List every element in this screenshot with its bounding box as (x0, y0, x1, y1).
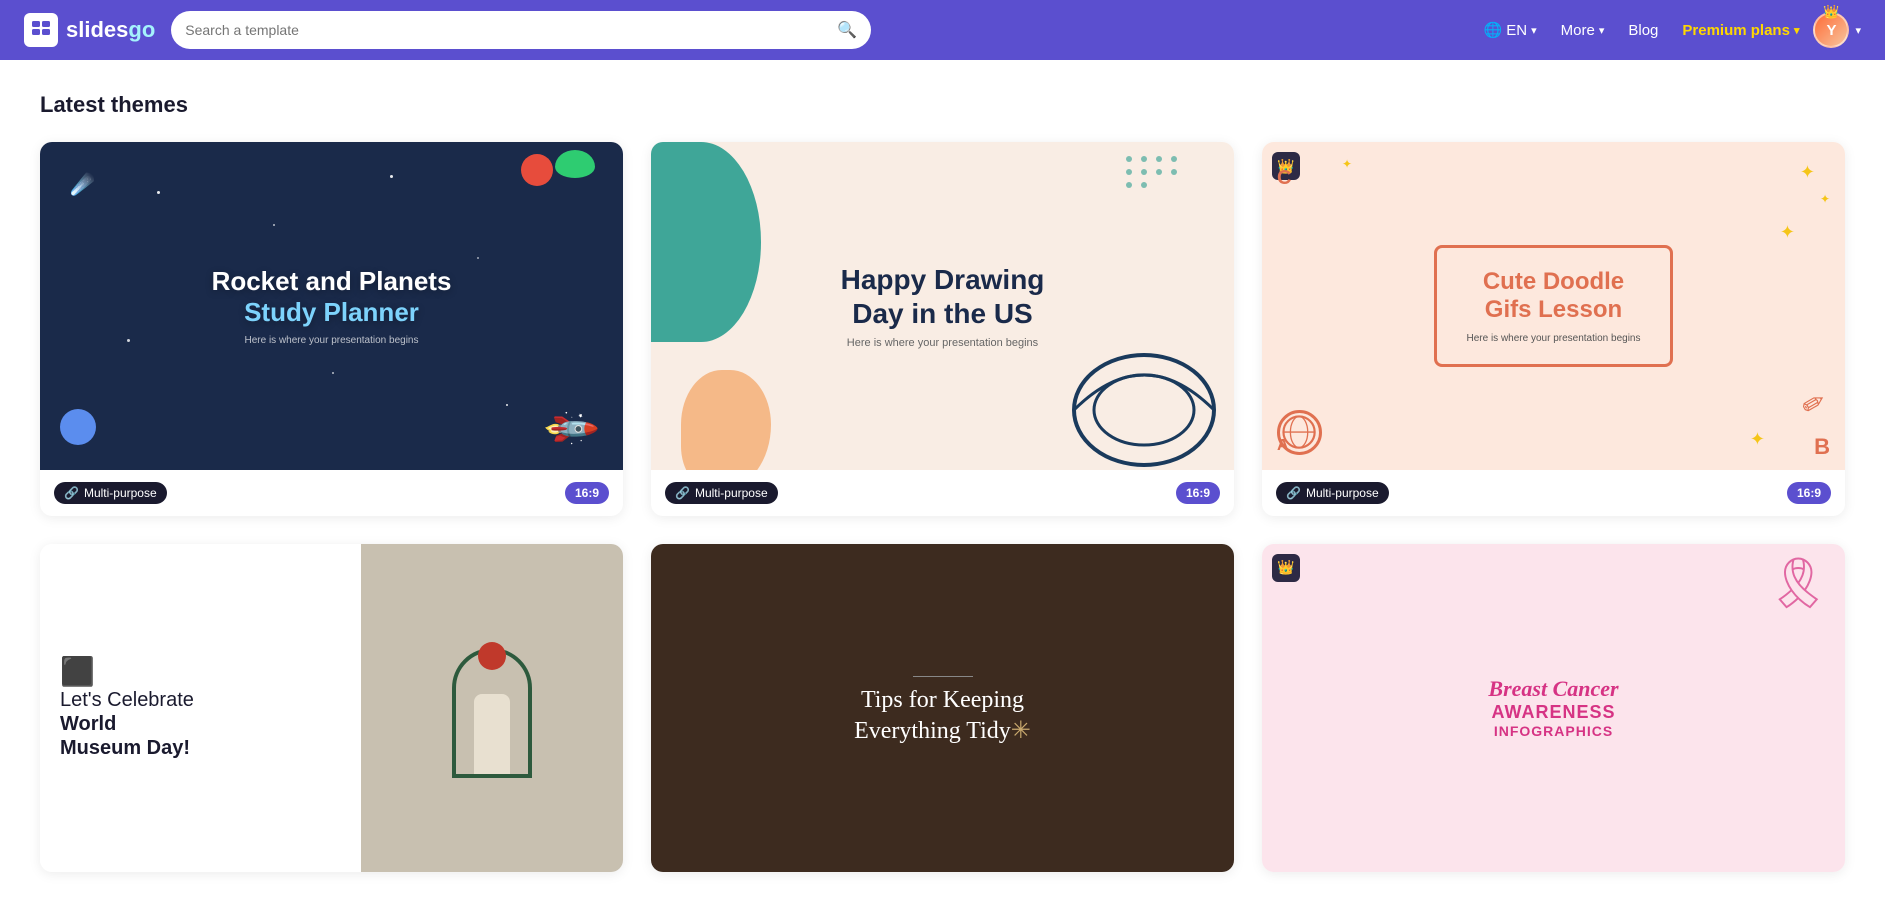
card-meta-doodle: 🔗 Multi-purpose 16:9 (1262, 470, 1845, 516)
card-meta-rocket: 🔗 Multi-purpose 16:9 (40, 470, 623, 516)
card4-text: ⬛ Let's CelebrateWorldMuseum Day! (60, 655, 194, 760)
sparkle4: ✦ (1750, 429, 1765, 450)
user-menu[interactable]: 👑 Y ▾ (1813, 12, 1861, 48)
theme-card-rocket[interactable]: ☄️ 🚀 Rocket and Planets Study Planner He… (40, 142, 623, 516)
themes-grid-bottom: ⬛ Let's CelebrateWorldMuseum Day! (40, 544, 1845, 872)
blog-label: Blog (1628, 22, 1658, 39)
card2-title: Happy Drawing Day in the US (841, 263, 1045, 330)
planet-red (521, 154, 553, 186)
planet-green (555, 150, 595, 178)
blob2 (681, 370, 771, 470)
theme-card-drawing[interactable]: Happy Drawing Day in the US Here is wher… (651, 142, 1234, 516)
search-bar[interactable]: 🔍 (171, 11, 871, 49)
card5-title: Tips for KeepingEverything Tidy✳ (854, 685, 1031, 747)
lang-label: EN (1506, 22, 1527, 39)
more-label: More (1561, 22, 1595, 39)
main-nav: 🌐 EN ▾ More ▾ Blog Premium plans ▾ 👑 Y ▾ (1474, 12, 1861, 48)
card3-frame: Cute Doodle Gifs Lesson Here is where yo… (1434, 245, 1674, 368)
ribbon-icon: 🎗 (1767, 554, 1830, 613)
premium-dropdown-arrow: ▾ (1794, 24, 1800, 37)
link-icon: 🔗 (675, 486, 690, 500)
letter-b: B (1814, 434, 1830, 460)
card2-text: Happy Drawing Day in the US Here is wher… (841, 263, 1045, 348)
doodle-svg (1054, 310, 1234, 470)
card-preview-cancer: 👑 🎗 Breast Cancer AWARENESS INFOGRAPHICS (1262, 544, 1845, 872)
premium-badge-cancer: 👑 (1272, 554, 1300, 582)
search-input[interactable] (185, 22, 829, 38)
badge-label: Multi-purpose (1306, 486, 1379, 500)
card1-title: Rocket and Planets Study Planner (212, 266, 452, 328)
card-preview-tips: Tips for KeepingEverything Tidy✳ (651, 544, 1234, 872)
theme-card-tips[interactable]: Tips for KeepingEverything Tidy✳ (651, 544, 1234, 872)
sparkle3: ✦ (1780, 222, 1795, 243)
nav-language[interactable]: 🌐 EN ▾ (1474, 15, 1547, 45)
themes-grid-top: ☄️ 🚀 Rocket and Planets Study Planner He… (40, 142, 1845, 516)
card6-title3: INFOGRAPHICS (1488, 723, 1618, 739)
dots-decoration (1124, 154, 1184, 199)
premium-label: Premium plans (1682, 22, 1790, 39)
ratio-badge: 16:9 (1176, 482, 1220, 504)
avatar-dropdown-arrow: ▾ (1855, 24, 1861, 37)
avatar[interactable]: 👑 Y (1813, 12, 1849, 48)
main-content: Latest themes (0, 60, 1885, 912)
sparkle1: ✦ (1800, 162, 1815, 183)
sparkle2: ✦ (1820, 192, 1830, 206)
ratio-badge: 16:9 (565, 482, 609, 504)
card3-subtitle: Here is where your presentation begins (1467, 333, 1641, 344)
card1-text: Rocket and Planets Study Planner Here is… (212, 266, 452, 345)
site-header: slidesgo 🔍 🌐 EN ▾ More ▾ Blog Premium pl… (0, 0, 1885, 60)
card-preview-museum: ⬛ Let's CelebrateWorldMuseum Day! (40, 544, 623, 872)
theme-card-museum[interactable]: ⬛ Let's CelebrateWorldMuseum Day! (40, 544, 623, 872)
blob1 (651, 142, 761, 342)
theme-card-cancer[interactable]: 👑 🎗 Breast Cancer AWARENESS INFOGRAPHICS (1262, 544, 1845, 872)
globe-icon: 🌐 (1484, 21, 1503, 39)
card3-title: Cute Doodle Gifs Lesson (1467, 268, 1641, 326)
globe-decoration (1277, 410, 1322, 455)
rocket-icon: 🚀 (540, 398, 601, 459)
card4-arch (361, 544, 623, 872)
pen-decoration: ✏ (1795, 383, 1832, 423)
lang-dropdown-arrow: ▾ (1531, 24, 1537, 37)
sparkle5: ✦ (1342, 157, 1352, 171)
avatar-letter: Y (1826, 22, 1836, 39)
card5-text: Tips for KeepingEverything Tidy✳ (854, 668, 1031, 747)
site-logo[interactable]: slidesgo (24, 13, 155, 47)
more-dropdown-arrow: ▾ (1599, 24, 1605, 37)
nav-blog[interactable]: Blog (1618, 16, 1668, 45)
logo-text-accent: go (128, 17, 155, 42)
logo-icon (24, 13, 58, 47)
card6-text: Breast Cancer AWARENESS INFOGRAPHICS (1488, 676, 1618, 739)
card-preview-rocket: ☄️ 🚀 Rocket and Planets Study Planner He… (40, 142, 623, 470)
category-badge[interactable]: 🔗 Multi-purpose (1276, 482, 1389, 504)
planet-blue (60, 409, 96, 445)
crown-icon: 👑 (1823, 4, 1839, 20)
category-badge[interactable]: 🔗 Multi-purpose (665, 482, 778, 504)
badge-label: Multi-purpose (695, 486, 768, 500)
letter-c: C (1277, 167, 1291, 190)
card6-title1: Breast Cancer (1488, 676, 1618, 702)
comet-icon: ☄️ (70, 172, 95, 197)
card1-subtitle: Here is where your presentation begins (212, 335, 452, 346)
theme-card-doodle[interactable]: 👑 ✦ ✦ ✦ ✦ ✦ C A B (1262, 142, 1845, 516)
nav-premium-plans[interactable]: Premium plans ▾ (1672, 16, 1809, 45)
ratio-badge: 16:9 (1787, 482, 1831, 504)
card2-subtitle: Here is where your presentation begins (841, 337, 1045, 349)
card5-line (913, 676, 973, 677)
card4-icon: ⬛ (60, 655, 194, 688)
section-title: Latest themes (40, 92, 1845, 118)
card-preview-doodle: 👑 ✦ ✦ ✦ ✦ ✦ C A B (1262, 142, 1845, 470)
link-icon: 🔗 (1286, 486, 1301, 500)
logo-text-main: slides (66, 17, 128, 42)
category-badge[interactable]: 🔗 Multi-purpose (54, 482, 167, 504)
card4-title: Let's CelebrateWorldMuseum Day! (60, 688, 194, 760)
card6-title2: AWARENESS (1488, 702, 1618, 723)
card-meta-drawing: 🔗 Multi-purpose 16:9 (651, 470, 1234, 516)
nav-more[interactable]: More ▾ (1551, 16, 1615, 45)
badge-label: Multi-purpose (84, 486, 157, 500)
card-preview-drawing: Happy Drawing Day in the US Here is wher… (651, 142, 1234, 470)
search-icon: 🔍 (837, 20, 857, 40)
link-icon: 🔗 (64, 486, 79, 500)
